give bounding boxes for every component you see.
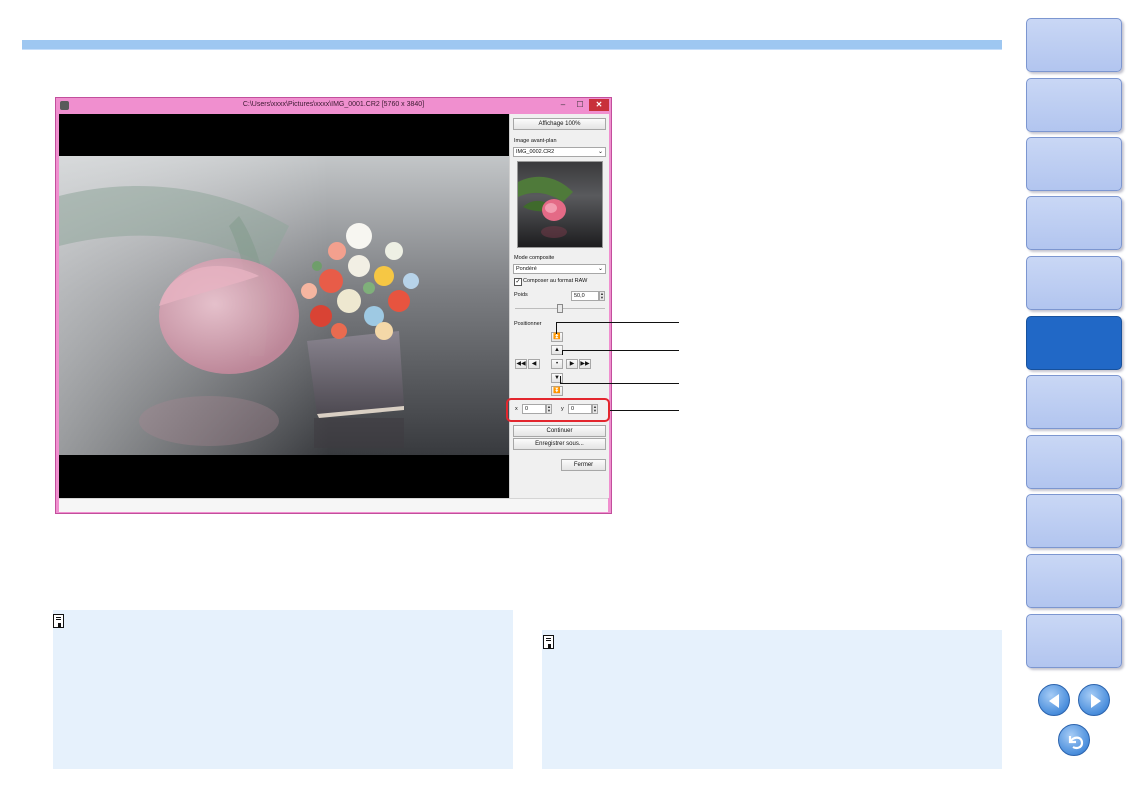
chevron-down-icon: ⌄: [597, 266, 603, 272]
status-bar: [59, 498, 608, 512]
move-left-large-button[interactable]: ◀◀: [515, 359, 527, 369]
sidebar-tab-5[interactable]: [1026, 256, 1122, 310]
return-button[interactable]: [1058, 724, 1090, 756]
thumbnail-drawing: [518, 176, 573, 238]
next-page-button[interactable]: [1078, 684, 1110, 716]
memo-icon: [53, 614, 64, 628]
composite-mode-label: Mode composite: [514, 255, 555, 261]
move-left-button[interactable]: ◀: [528, 359, 540, 369]
weight-slider-handle[interactable]: [557, 304, 563, 313]
sidebar-tab-3[interactable]: [1026, 137, 1122, 191]
chevron-down-icon: ⌄: [597, 149, 603, 155]
move-up-large-button[interactable]: ⏫: [551, 332, 563, 342]
close-window-button[interactable]: ✕: [589, 99, 609, 111]
callout-line: [610, 410, 679, 411]
foreground-image-value: IMG_0002.CR2: [516, 149, 555, 155]
sidebar-tab-10[interactable]: [1026, 554, 1122, 608]
prev-page-button[interactable]: [1038, 684, 1070, 716]
sidebar-tab-8[interactable]: [1026, 435, 1122, 489]
foreground-image-select[interactable]: IMG_0002.CR2 ⌄: [513, 147, 606, 157]
callout-line: [560, 383, 679, 384]
note-box-left: [53, 610, 513, 769]
composite-control-panel: Affichage 100% Image avant-plan IMG_0002…: [509, 114, 609, 498]
minimize-button[interactable]: –: [554, 99, 572, 111]
sidebar-tab-2[interactable]: [1026, 78, 1122, 132]
next-page-icon: [1091, 694, 1101, 708]
sidebar-tab-11[interactable]: [1026, 614, 1122, 668]
sidebar-tab-4[interactable]: [1026, 196, 1122, 250]
callout-line: [562, 350, 679, 351]
compose-window: C:\Users\xxxx\Pictures\xxxx\IMG_0001.CR2…: [55, 97, 612, 514]
window-title: C:\Users\xxxx\Pictures\xxxx\IMG_0001.CR2…: [242, 101, 425, 108]
return-icon: [1068, 736, 1084, 750]
close-button[interactable]: Fermer: [561, 459, 606, 471]
header-rule: [22, 40, 1002, 50]
note-box-right: [542, 630, 1002, 769]
callout-line: [556, 322, 557, 334]
move-right-large-button[interactable]: ▶▶: [579, 359, 591, 369]
move-right-button[interactable]: ▶: [566, 359, 578, 369]
foreground-image-label: Image avant-plan: [514, 138, 557, 144]
continue-button[interactable]: Continuer: [513, 425, 606, 437]
composite-mode-value: Pondéré: [516, 266, 537, 272]
prev-page-icon: [1049, 694, 1059, 708]
weight-label: Poids: [514, 292, 528, 298]
flower-photo-drawing: [59, 156, 509, 455]
window-titlebar[interactable]: C:\Users\xxxx\Pictures\xxxx\IMG_0001.CR2…: [56, 98, 611, 114]
memo-icon: [543, 635, 554, 649]
foreground-thumbnail: [517, 161, 603, 248]
callout-line: [560, 376, 561, 383]
weight-input[interactable]: 50,0: [571, 291, 599, 301]
sidebar-tab-9[interactable]: [1026, 494, 1122, 548]
preview-area[interactable]: [59, 114, 509, 498]
raw-composite-label: Composer au format RAW: [523, 278, 588, 284]
move-down-button[interactable]: ▼: [551, 373, 563, 383]
raw-composite-checkbox[interactable]: ✓: [514, 278, 522, 286]
callout-line: [556, 322, 679, 323]
move-down-large-button[interactable]: ⏬: [551, 386, 563, 396]
maximize-button[interactable]: ☐: [571, 99, 589, 111]
sidebar-tab-7[interactable]: [1026, 375, 1122, 429]
position-label: Positionner: [514, 321, 542, 327]
preview-photo: [59, 156, 509, 455]
sidebar-tab-6-active[interactable]: [1026, 316, 1122, 370]
xy-highlight-box: [506, 398, 610, 422]
center-button[interactable]: •: [551, 359, 563, 369]
window-client: Affichage 100% Image avant-plan IMG_0002…: [59, 114, 609, 512]
save-as-button[interactable]: Enregistrer sous...: [513, 438, 606, 450]
view-100-button[interactable]: Affichage 100%: [513, 118, 606, 130]
sidebar-tab-1[interactable]: [1026, 18, 1122, 72]
composite-mode-select[interactable]: Pondéré ⌄: [513, 264, 606, 274]
weight-spinner[interactable]: ▲ ▼: [599, 291, 605, 301]
